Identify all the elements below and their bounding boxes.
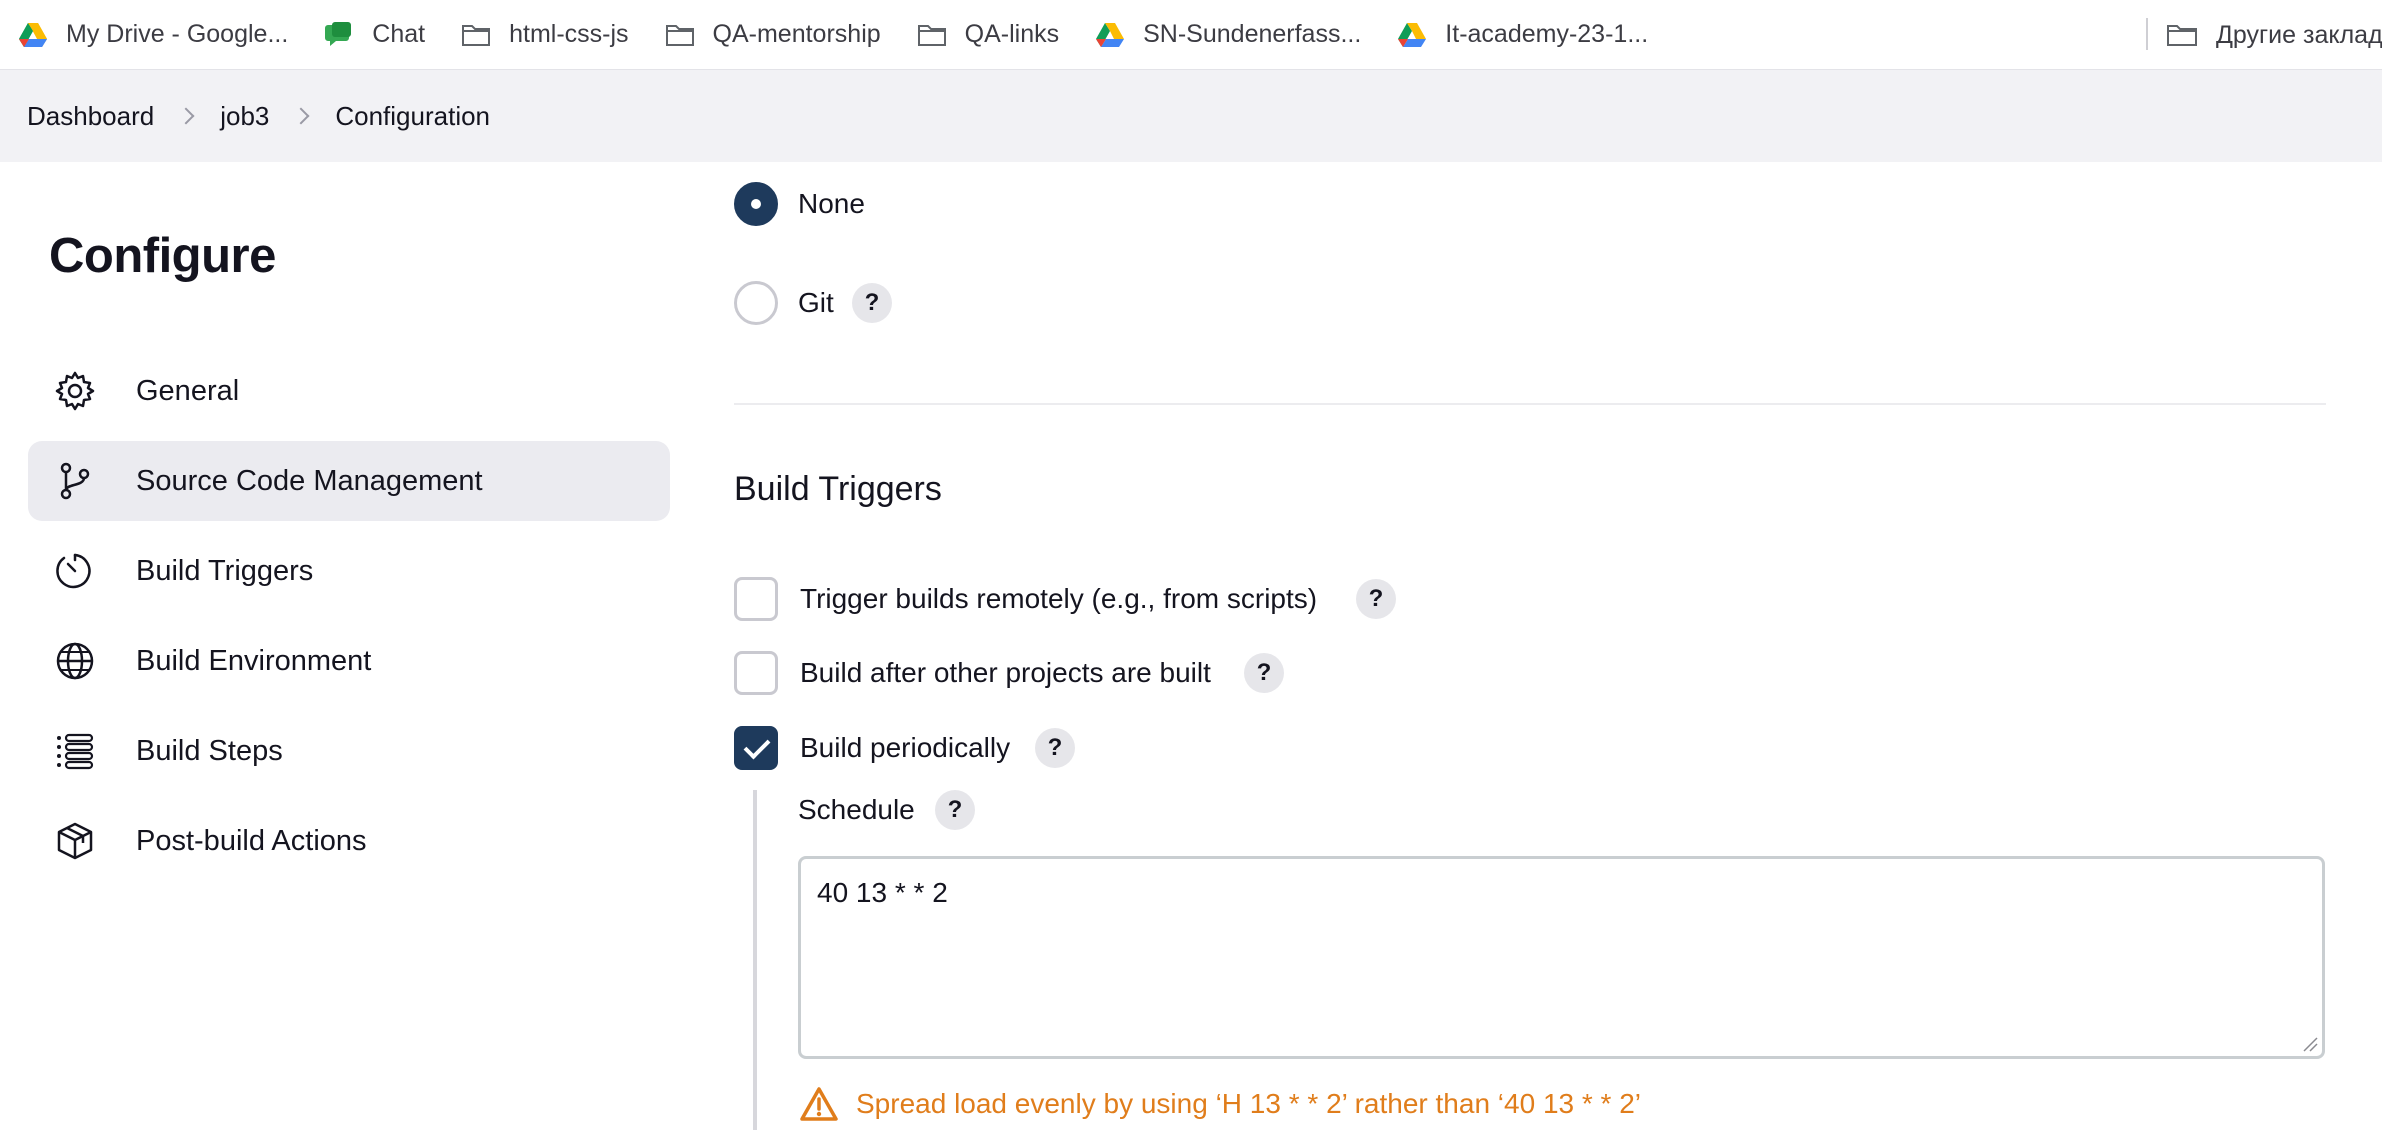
warning-text: Spread load evenly by using ‘H 13 * * 2’…: [856, 1088, 1642, 1119]
branch-icon: [54, 460, 96, 502]
breadcrumb-job[interactable]: job3: [220, 101, 269, 132]
bookmark-other[interactable]: Другие заклад: [2166, 0, 2382, 70]
trigger-remote-help-button[interactable]: ?: [1356, 579, 1396, 619]
chevron-right-icon: [292, 107, 310, 125]
sidebar-item-label: Build Environment: [136, 644, 372, 677]
build-periodically-help-button[interactable]: ?: [1035, 728, 1075, 768]
bookmark-chat[interactable]: Chat: [324, 0, 425, 70]
google-drive-icon: [1398, 22, 1427, 47]
bookmark-label: html-css-js: [509, 20, 629, 48]
build-periodically-checkbox[interactable]: [734, 726, 778, 770]
bookmark-label: My Drive - Google...: [66, 20, 289, 48]
bookmark-html-css-js[interactable]: html-css-js: [461, 0, 629, 70]
globe-icon: [54, 640, 96, 682]
sidebar-item-general[interactable]: General: [28, 351, 670, 431]
trigger-remote-label: Trigger builds remotely (e.g., from scri…: [800, 583, 1318, 614]
sidebar-item-source-code-management[interactable]: Source Code Management: [28, 441, 670, 521]
sidebar-item-build-steps[interactable]: Build Steps: [28, 711, 670, 791]
chevron-right-icon: [177, 107, 195, 125]
bookmark-it-academy[interactable]: It-academy-23-1...: [1397, 0, 1648, 70]
resize-handle-icon[interactable]: [2302, 1036, 2318, 1052]
schedule-help-button[interactable]: ?: [935, 790, 975, 830]
google-drive-icon: [1096, 22, 1125, 47]
bookmark-sn-sundenerfass[interactable]: SN-Sundenerfass...: [1095, 0, 1361, 70]
folder-icon: [917, 24, 946, 46]
sidebar-item-label: Post-build Actions: [136, 824, 367, 857]
chat-icon: [325, 21, 352, 46]
folder-icon: [665, 24, 694, 46]
bookmark-label: QA-mentorship: [712, 20, 881, 48]
google-drive-icon: [19, 22, 47, 47]
bookmark-label: SN-Sundenerfass...: [1143, 20, 1362, 48]
breadcrumb: Dashboard job3 Configuration: [0, 70, 2382, 162]
folder-icon: [462, 24, 491, 46]
bookmarks-bar: My Drive - Google... Chat html-css-js QA…: [0, 0, 2382, 70]
package-icon: [54, 820, 96, 862]
schedule-warning: Spread load evenly by using ‘H 13 * * 2’…: [800, 1086, 1641, 1122]
clock-icon: [54, 550, 96, 592]
build-periodically-label: Build periodically: [800, 732, 1011, 763]
git-help-button[interactable]: ?: [852, 283, 892, 323]
warning-icon: [800, 1087, 838, 1121]
build-after-other-help-button[interactable]: ?: [1244, 653, 1284, 693]
gear-icon: [54, 370, 96, 412]
build-after-other-checkbox[interactable]: [734, 651, 778, 695]
trigger-remote-checkbox[interactable]: [734, 577, 778, 621]
breadcrumb-dashboard[interactable]: Dashboard: [27, 101, 154, 132]
breadcrumb-configuration[interactable]: Configuration: [335, 101, 490, 132]
sidebar-item-build-environment[interactable]: Build Environment: [28, 621, 670, 701]
bookmark-label: It-academy-23-1...: [1445, 20, 1649, 48]
section-divider: [734, 403, 2326, 405]
page-title: Configure: [49, 229, 276, 283]
schedule-textarea[interactable]: 40 13 * * 2: [798, 856, 2325, 1059]
bookmarks-divider: [2146, 18, 2148, 50]
scm-git-label: Git: [798, 287, 834, 318]
nested-indicator: [753, 790, 757, 1130]
folder-icon: [2167, 25, 2197, 46]
build-after-other-label: Build after other projects are built: [800, 657, 1211, 688]
bookmark-qa-mentorship[interactable]: QA-mentorship: [665, 0, 881, 70]
sidebar-item-label: Source Code Management: [136, 464, 483, 497]
scm-none-radio[interactable]: [734, 182, 778, 226]
scm-none-label: None: [798, 188, 865, 219]
bookmark-qa-links[interactable]: QA-links: [917, 0, 1059, 70]
bookmark-label: Chat: [372, 20, 426, 48]
sidebar-item-build-triggers[interactable]: Build Triggers: [28, 531, 670, 611]
sidebar-item-label: Build Triggers: [136, 554, 314, 587]
bookmark-my-drive[interactable]: My Drive - Google...: [18, 0, 288, 70]
scm-git-radio[interactable]: [734, 281, 778, 325]
bookmark-label: QA-links: [964, 20, 1060, 48]
build-triggers-title: Build Triggers: [734, 470, 942, 508]
bookmark-other-label: Другие заклад: [2216, 20, 2382, 49]
sidebar-item-label: General: [136, 374, 240, 407]
schedule-label: Schedule: [798, 794, 915, 825]
list-icon: [54, 730, 96, 772]
sidebar-item-post-build-actions[interactable]: Post-build Actions: [28, 801, 670, 881]
sidebar-item-label: Build Steps: [136, 734, 283, 767]
